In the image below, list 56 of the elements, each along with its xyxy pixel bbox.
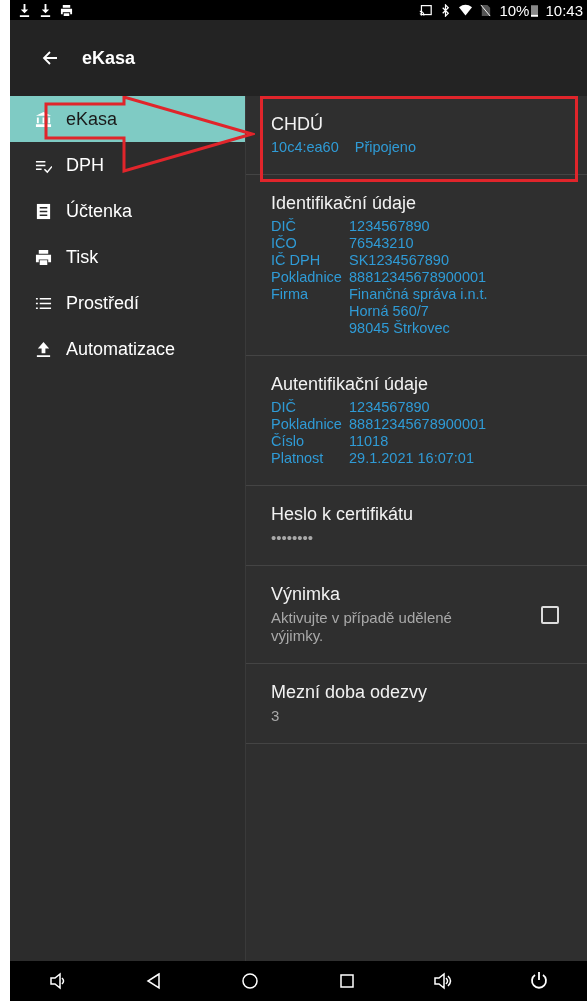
battery-percent: 10% — [499, 1, 530, 19]
sidebar-item[interactable]: DPH — [10, 142, 245, 188]
setting-title: Heslo k certifikátu — [271, 504, 415, 525]
sidebar-item[interactable]: Automatizace — [10, 326, 245, 372]
clock-time: 10:43 — [545, 1, 583, 19]
back-arrow-icon[interactable] — [42, 50, 58, 66]
power-icon[interactable] — [528, 971, 549, 991]
detail-value: SK1234567890 — [349, 252, 449, 269]
detail-label: Platnost — [271, 450, 325, 467]
detail-value: 98045 Štrkovec — [349, 320, 451, 337]
setting-value: 3 — [271, 707, 281, 725]
detail-value: Finančná správa i.n.t. — [349, 286, 488, 303]
detail-value: 1234567890 — [349, 218, 430, 235]
status-value: 10c4:ea60 — [271, 139, 339, 156]
sidebar-item[interactable]: Tisk — [10, 234, 245, 280]
detail-label: DIČ — [271, 218, 297, 235]
detail-value: 29.1.2021 16:07:01 — [349, 450, 474, 467]
detail-label: Číslo — [271, 433, 306, 450]
battery-icon — [531, 3, 539, 17]
home-icon[interactable] — [240, 971, 261, 991]
detail-label: Firma — [271, 286, 310, 304]
printer-icon — [35, 248, 52, 266]
no-sim-icon — [479, 3, 493, 17]
status-value: Připojeno — [354, 139, 416, 156]
detail-value: 1234567890 — [349, 399, 430, 416]
section-title: CHDÚ — [271, 114, 324, 135]
volume-up-icon[interactable] — [432, 971, 453, 991]
detail-value: Horná 560/7 — [349, 303, 430, 320]
section-title: Autentifikační údaje — [271, 374, 430, 395]
cast-icon — [419, 3, 433, 17]
checkbox[interactable] — [541, 605, 559, 624]
detail-label: IČO — [271, 235, 298, 252]
bank-icon — [35, 110, 52, 128]
detail-label: Pokladnice — [271, 269, 343, 286]
detail-value: 76543210 — [349, 235, 414, 252]
detail-value: 11018 — [349, 433, 389, 450]
setting-summary: Aktivujte v případě udělené výjimky. — [271, 609, 453, 645]
setting-title: Mezní doba odezvy — [271, 682, 429, 703]
detail-label: IČ DPH — [271, 252, 322, 269]
sidebar-item[interactable]: Účtenka — [10, 188, 245, 234]
sidebar-item[interactable]: eKasa — [10, 96, 245, 142]
download-icon — [39, 3, 52, 17]
printer-icon — [60, 3, 73, 17]
setting-title: Výnimka — [271, 584, 342, 605]
sidebar-item[interactable]: Prostředí — [10, 280, 245, 326]
setting-value: •••••••• — [271, 529, 314, 547]
detail-value: 88812345678900001 — [349, 269, 487, 286]
detail-label: Pokladnice — [271, 416, 343, 433]
screen-title: eKasa — [82, 47, 136, 69]
receipt-icon — [35, 202, 52, 220]
detail-value: 88812345678900001 — [349, 416, 487, 433]
download-icon — [18, 3, 31, 17]
section-title: Identifikační údaje — [271, 193, 418, 214]
upload-icon — [35, 340, 52, 358]
wifi-icon — [459, 3, 473, 17]
detail-label: DIČ — [271, 399, 297, 416]
